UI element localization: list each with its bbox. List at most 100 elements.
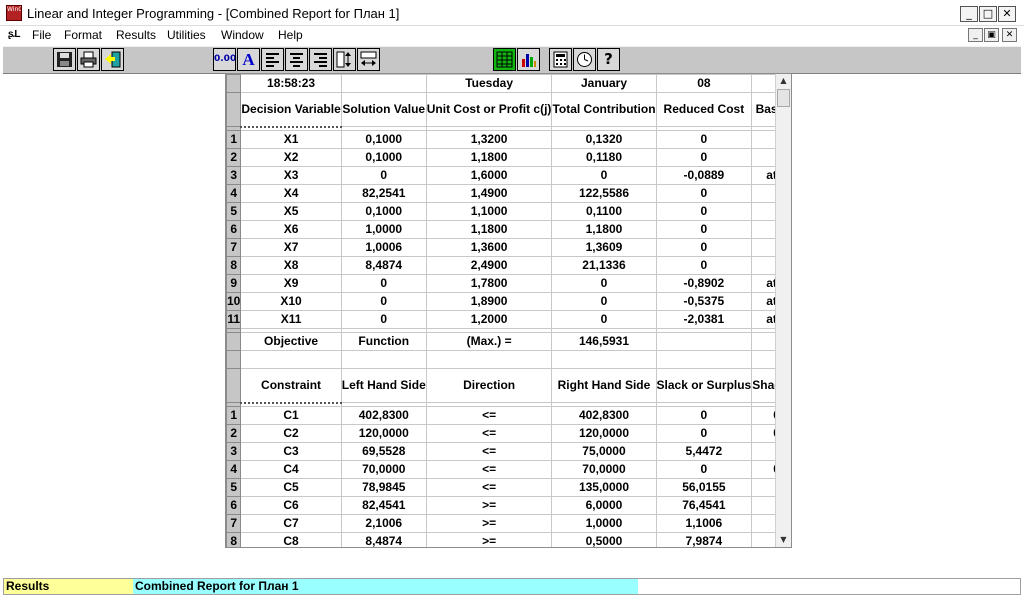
number-format-button[interactable]: 0.00: [213, 48, 236, 71]
document-icon[interactable]: ʂ.L: [8, 29, 20, 40]
scroll-thumb[interactable]: [777, 89, 790, 107]
row-header[interactable]: 6: [226, 220, 242, 239]
row-header[interactable]: 7: [226, 514, 242, 533]
vertical-scrollbar[interactable]: ▲ ▼: [775, 74, 791, 547]
align-center-button[interactable]: [285, 48, 308, 71]
table-cell[interactable]: 0: [655, 202, 753, 221]
table-cell[interactable]: 78,9845: [340, 478, 427, 497]
row-header[interactable]: [226, 368, 242, 403]
table-cell[interactable]: 0: [340, 166, 427, 185]
table-cell[interactable]: 7,9874: [655, 532, 753, 547]
table-cell[interactable]: <=: [425, 424, 553, 443]
table-cell[interactable]: 70,0000: [551, 460, 657, 479]
minimize-button[interactable]: _: [960, 6, 978, 22]
row-header[interactable]: [226, 350, 242, 369]
date-cell[interactable]: 08: [655, 74, 753, 93]
table-cell[interactable]: 0,1000: [340, 202, 427, 221]
table-cell[interactable]: 69,5528: [340, 442, 427, 461]
row-header[interactable]: 2: [226, 148, 242, 167]
table-cell[interactable]: 1,3200: [425, 130, 553, 149]
table-cell[interactable]: X4: [240, 184, 342, 203]
row-header[interactable]: [226, 92, 242, 127]
exit-button[interactable]: [101, 48, 124, 71]
table-cell[interactable]: 1,4900: [425, 184, 553, 203]
table-cell[interactable]: <=: [425, 478, 553, 497]
table-cell[interactable]: 0: [655, 424, 753, 443]
table-cell[interactable]: 0,1100: [551, 202, 657, 221]
table-cell[interactable]: >=: [425, 496, 553, 515]
table-cell[interactable]: 1,3600: [425, 238, 553, 257]
row-header[interactable]: 1: [226, 130, 242, 149]
column-header[interactable]: Decision Variable: [240, 92, 342, 128]
help-button[interactable]: ?: [597, 48, 620, 71]
table-cell[interactable]: 1,1800: [425, 220, 553, 239]
table-cell[interactable]: C3: [240, 442, 342, 461]
empty-cell[interactable]: [240, 350, 342, 369]
table-cell[interactable]: -2,0381: [655, 310, 753, 329]
app-icon[interactable]: WinQSB: [6, 5, 22, 21]
menu-help[interactable]: Help: [278, 28, 303, 42]
table-cell[interactable]: X11: [240, 310, 342, 329]
table-cell[interactable]: 402,8300: [340, 406, 427, 425]
table-cell[interactable]: 1,0006: [340, 238, 427, 257]
save-button[interactable]: [53, 48, 76, 71]
table-cell[interactable]: 0,1180: [551, 148, 657, 167]
empty-cell[interactable]: [340, 350, 427, 369]
row-header[interactable]: 11: [226, 310, 242, 329]
row-header[interactable]: 4: [226, 184, 242, 203]
table-cell[interactable]: X6: [240, 220, 342, 239]
mdi-close-button[interactable]: ✕: [1002, 28, 1017, 42]
maximize-button[interactable]: □: [979, 6, 997, 22]
table-cell[interactable]: 0: [340, 292, 427, 311]
table-cell[interactable]: <=: [425, 406, 553, 425]
menu-utilities[interactable]: Utilities: [167, 28, 206, 42]
objective-cell[interactable]: 146,5931: [551, 332, 657, 351]
column-header[interactable]: Slack or Surplus: [655, 368, 753, 403]
table-cell[interactable]: 6,0000: [551, 496, 657, 515]
table-cell[interactable]: X9: [240, 274, 342, 293]
objective-cell[interactable]: (Max.) =: [425, 332, 553, 351]
date-cell[interactable]: 18:58:23: [240, 74, 342, 93]
column-header[interactable]: Left Hand Side: [340, 368, 427, 403]
table-cell[interactable]: 120,0000: [551, 424, 657, 443]
empty-cell[interactable]: [655, 350, 753, 369]
table-cell[interactable]: X1: [240, 130, 342, 149]
table-cell[interactable]: 1,8900: [425, 292, 553, 311]
print-button[interactable]: [77, 48, 100, 71]
objective-cell[interactable]: Function: [340, 332, 427, 351]
table-cell[interactable]: 2,4900: [425, 256, 553, 275]
table-cell[interactable]: X7: [240, 238, 342, 257]
row-header[interactable]: [226, 74, 242, 93]
table-cell[interactable]: X5: [240, 202, 342, 221]
row-header[interactable]: 9: [226, 274, 242, 293]
menu-format[interactable]: Format: [64, 28, 102, 42]
table-cell[interactable]: 75,0000: [551, 442, 657, 461]
row-header[interactable]: 8: [226, 532, 242, 547]
align-left-button[interactable]: [261, 48, 284, 71]
table-cell[interactable]: 1,1006: [655, 514, 753, 533]
table-cell[interactable]: 5,4472: [655, 442, 753, 461]
date-cell[interactable]: [340, 74, 427, 93]
row-header[interactable]: 8: [226, 256, 242, 275]
table-cell[interactable]: 2,1006: [340, 514, 427, 533]
table-cell[interactable]: 76,4541: [655, 496, 753, 515]
table-cell[interactable]: 1,0000: [551, 514, 657, 533]
column-header[interactable]: Total Contribution: [551, 92, 657, 127]
table-cell[interactable]: -0,5375: [655, 292, 753, 311]
table-cell[interactable]: 8,4874: [340, 256, 427, 275]
row-header[interactable]: 1: [226, 406, 242, 425]
date-cell[interactable]: Tuesday: [425, 74, 553, 93]
row-header[interactable]: 5: [226, 202, 242, 221]
scroll-up-icon[interactable]: ▲: [776, 74, 791, 88]
table-cell[interactable]: 1,2000: [425, 310, 553, 329]
menu-results[interactable]: Results: [116, 28, 156, 42]
clock-button[interactable]: [573, 48, 596, 71]
table-cell[interactable]: X8: [240, 256, 342, 275]
table-cell[interactable]: 0: [655, 148, 753, 167]
row-header[interactable]: 4: [226, 460, 242, 479]
table-cell[interactable]: C4: [240, 460, 342, 479]
table-cell[interactable]: C1: [240, 406, 342, 425]
table-cell[interactable]: 402,8300: [551, 406, 657, 425]
table-cell[interactable]: 0: [551, 274, 657, 293]
table-cell[interactable]: 0: [340, 274, 427, 293]
